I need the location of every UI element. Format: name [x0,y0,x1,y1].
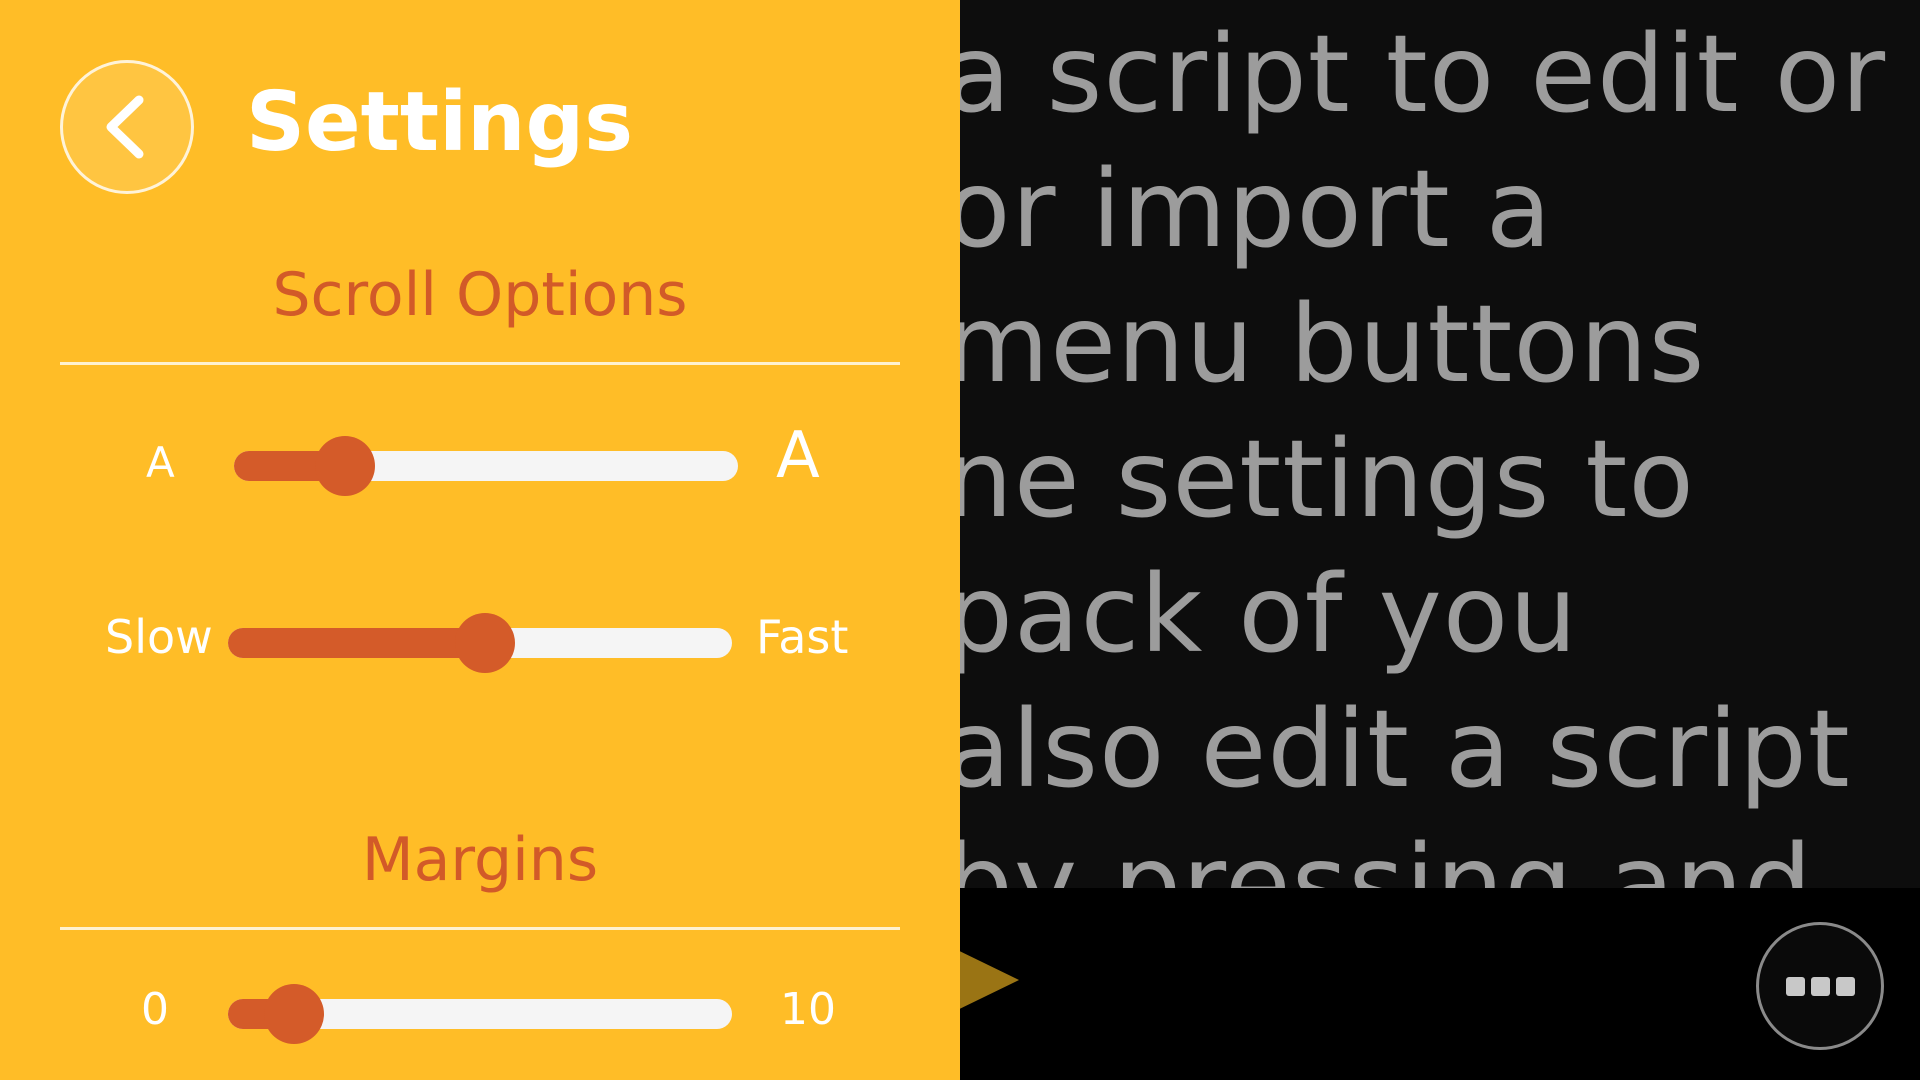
divider [60,927,900,930]
page-title: Settings [246,75,634,170]
font-size-min-label: A [146,438,175,487]
scroll-speed-slider-fill [228,628,486,658]
font-size-slider-thumb[interactable] [314,436,375,496]
more-icon [1835,976,1855,996]
font-size-slider[interactable] [234,436,738,496]
more-icon [1785,976,1805,996]
margins-heading: Margins [361,825,599,895]
speed-min-label: Slow [105,610,213,664]
speed-max-label: Fast [756,610,849,664]
settings-panel: Settings Scroll Options A A Slow Fast Ma… [0,0,960,1080]
margins-slider[interactable] [228,984,732,1044]
script-line: by pressing and [945,823,1813,889]
scroll-speed-slider[interactable] [228,613,732,673]
script-line: ne settings to [945,418,1695,542]
script-line: or import a [945,148,1553,272]
more-options-button[interactable] [1756,922,1884,1050]
font-size-max-label: A [776,419,820,493]
scroll-speed-slider-thumb[interactable] [455,613,516,673]
margins-max-label: 10 [780,984,836,1035]
divider [60,362,900,365]
more-icon [1810,976,1830,996]
chevron-left-icon [106,95,144,159]
script-line: also edit a script [945,688,1851,812]
scroll-options-heading: Scroll Options [272,260,688,330]
back-button[interactable] [60,60,194,194]
margins-slider-thumb[interactable] [263,984,324,1044]
script-line: pack of you [945,553,1579,677]
margins-min-label: 0 [141,984,169,1035]
script-line: a script to edit or [945,13,1887,137]
script-line: menu buttons [945,283,1706,407]
